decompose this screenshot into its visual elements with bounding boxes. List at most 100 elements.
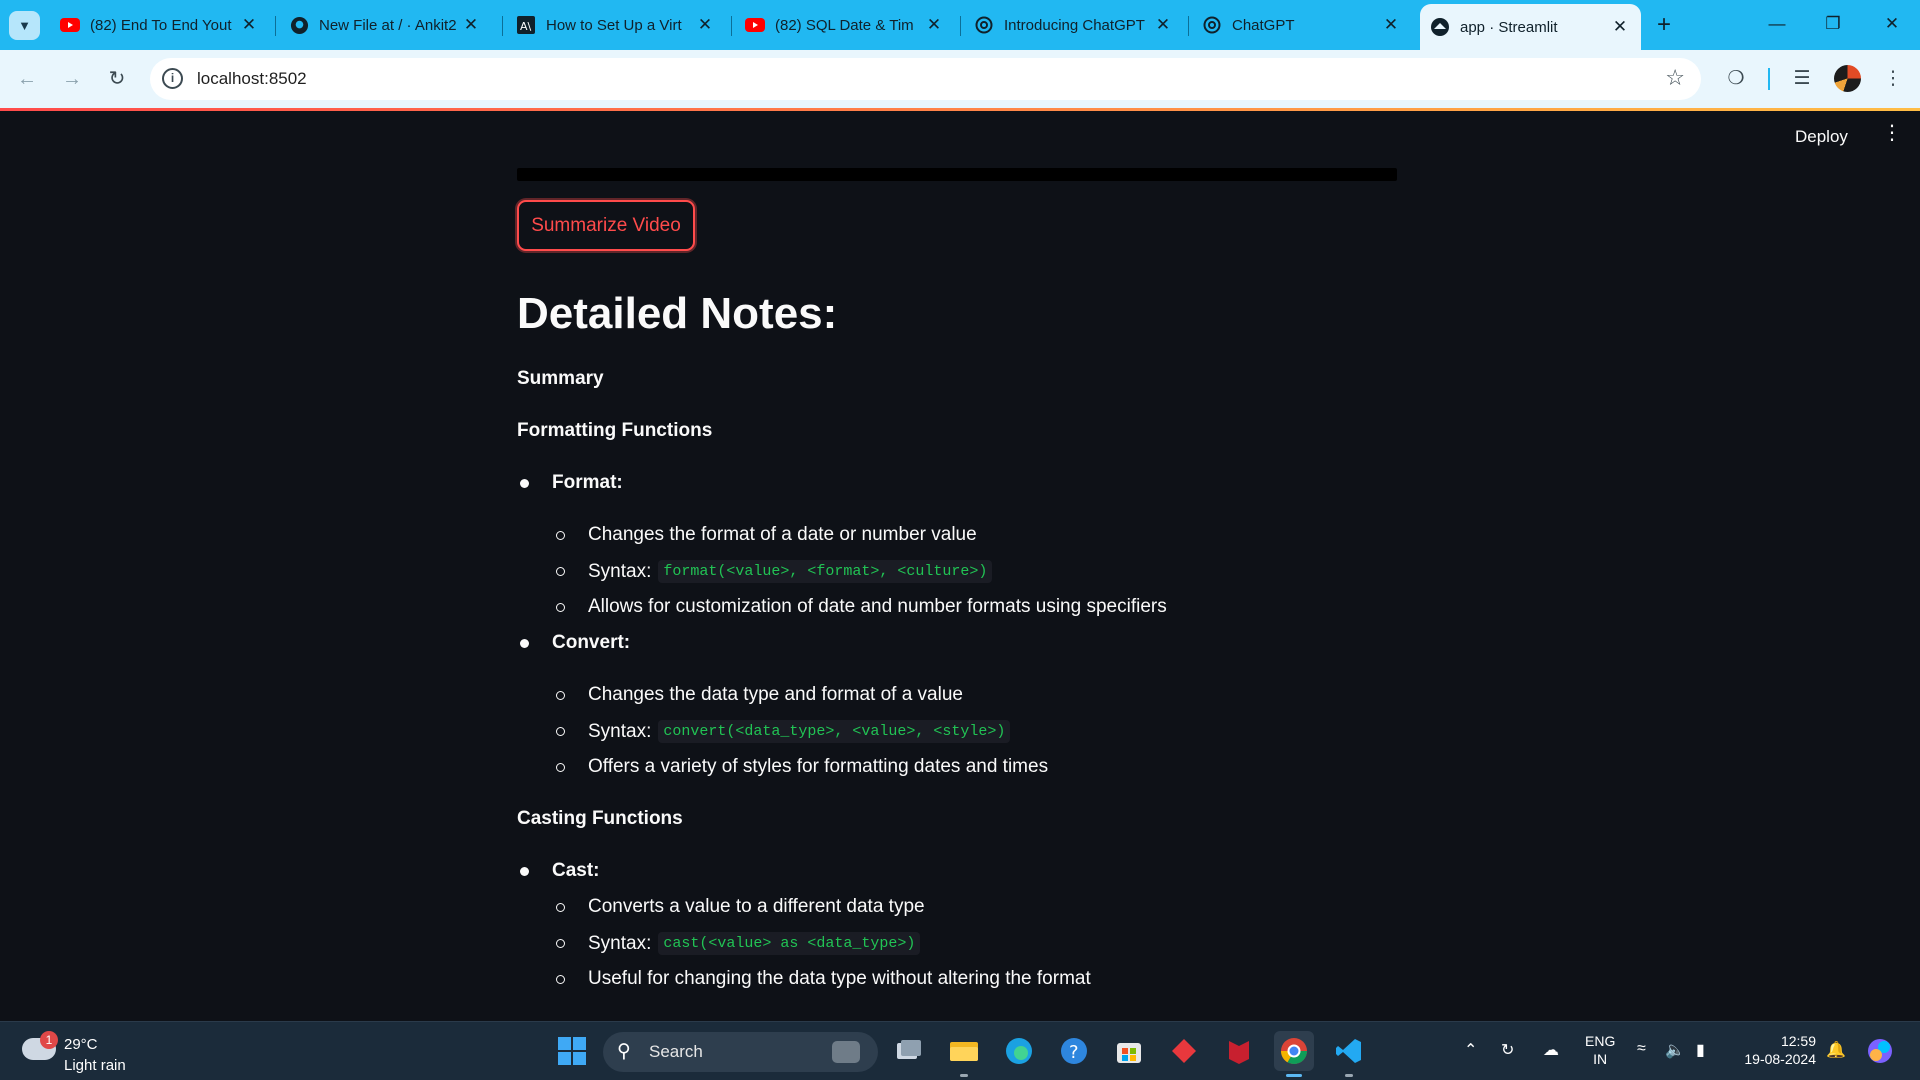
clock-time: 12:59: [1780, 1033, 1816, 1049]
reload-icon[interactable]: ↻: [100, 62, 134, 96]
browser-tab[interactable]: ChatGPT ✕: [1192, 8, 1412, 42]
close-icon[interactable]: ✕: [694, 15, 716, 35]
wifi-icon[interactable]: ≈: [1637, 1040, 1646, 1058]
sub-list-item: Syntax: format(<value>, <format>, <cultu…: [556, 560, 993, 583]
close-icon[interactable]: ✕: [460, 15, 482, 35]
syntax-code: format(<value>, <format>, <culture>): [658, 560, 993, 583]
taskbar-search-box[interactable]: ⚲ Search: [603, 1032, 878, 1072]
bookmark-star-icon[interactable]: ☆: [1665, 65, 1685, 91]
sub-list-item: Converts a value to a different data typ…: [556, 896, 925, 918]
clock-date: 19-08-2024: [1744, 1051, 1816, 1067]
start-button[interactable]: [552, 1031, 592, 1071]
notification-bell-icon[interactable]: 🔔: [1826, 1040, 1846, 1060]
system-clock[interactable]: 12:59 19-08-2024: [1736, 1032, 1816, 1068]
running-indicator: [1286, 1074, 1302, 1077]
search-label: Search: [649, 1042, 703, 1061]
browser-tab[interactable]: (82) End To End Yout ✕: [50, 8, 270, 42]
sub-list-item: Changes the format of a date or number v…: [556, 524, 977, 546]
video-url-input[interactable]: [517, 168, 1397, 181]
circle-bullet-icon: [556, 567, 565, 576]
weather-widget[interactable]: 1 29°C Light rain: [22, 1030, 142, 1074]
new-tab-button[interactable]: +: [1650, 11, 1678, 39]
browser-menu-icon[interactable]: ⋮: [1876, 62, 1910, 96]
circle-bullet-icon: [556, 762, 565, 772]
article-icon: A\: [516, 15, 536, 35]
browser-tab[interactable]: A\ How to Set Up a Virt ✕: [506, 8, 726, 42]
show-hidden-icons[interactable]: ⌃: [1464, 1040, 1477, 1060]
weather-condition: Light rain: [64, 1057, 126, 1074]
site-info-icon[interactable]: i: [162, 68, 183, 89]
close-icon[interactable]: ✕: [923, 15, 945, 35]
sub-list-item: Offers a variety of styles for formattin…: [556, 756, 1048, 778]
circle-bullet-icon: [556, 727, 565, 736]
section-title: Formatting Functions: [517, 420, 713, 441]
circle-bullet-icon: [556, 690, 565, 700]
deploy-button[interactable]: Deploy: [1795, 127, 1848, 147]
restore-button[interactable]: ❐: [1813, 8, 1853, 40]
microsoft-store-icon[interactable]: [1109, 1031, 1149, 1071]
edge-browser-icon[interactable]: [999, 1031, 1039, 1071]
search-highlight-icon: [832, 1041, 860, 1063]
media-control-icon[interactable]: ☰: [1785, 62, 1819, 96]
tab-title: app · Streamlit: [1460, 18, 1558, 36]
point-text: Changes the data type and format of a va…: [588, 684, 963, 705]
minimize-button[interactable]: —: [1757, 8, 1797, 40]
browser-tab[interactable]: (82) SQL Date & Tim ✕: [735, 8, 955, 42]
back-arrow-icon[interactable]: ←: [10, 62, 44, 96]
browser-tab[interactable]: New File at / · Ankit2 ✕: [279, 8, 492, 42]
vscode-icon[interactable]: [1329, 1031, 1369, 1071]
diamond-app-icon[interactable]: [1164, 1031, 1204, 1071]
point-text: Offers a variety of styles for formattin…: [588, 756, 1049, 777]
sub-list-item: Changes the data type and format of a va…: [556, 684, 963, 706]
extensions-icon[interactable]: ❍: [1719, 62, 1753, 96]
onedrive-icon[interactable]: ☁: [1543, 1040, 1559, 1060]
circle-bullet-icon: [556, 602, 565, 612]
item-name: Convert:: [552, 632, 631, 653]
syntax-code: cast(<value> as <data_type>): [658, 932, 921, 955]
point-text: Converts a value to a different data typ…: [588, 896, 925, 917]
main-menu-icon[interactable]: ⋮: [1882, 123, 1902, 143]
battery-icon[interactable]: ▮: [1696, 1040, 1705, 1060]
browser-tab-active[interactable]: app · Streamlit ✕: [1420, 4, 1641, 50]
item-name: Format:: [552, 472, 623, 493]
chevron-down-icon: ▼: [18, 18, 31, 33]
circle-bullet-icon: [556, 974, 565, 984]
list-item: Convert:: [520, 632, 630, 654]
task-view-icon[interactable]: [889, 1031, 929, 1071]
windows-logo-icon: [558, 1037, 586, 1065]
close-icon[interactable]: ✕: [1380, 15, 1402, 35]
volume-icon[interactable]: 🔈: [1665, 1040, 1685, 1060]
page-heading: Detailed Notes:: [517, 289, 838, 338]
close-icon[interactable]: ✕: [1152, 15, 1174, 35]
summarize-video-button[interactable]: Summarize Video: [517, 200, 695, 251]
tab-title: (82) End To End Yout: [90, 16, 232, 34]
youtube-icon: [745, 15, 765, 35]
help-app-icon[interactable]: ?: [1054, 1031, 1094, 1071]
sub-list-item: Allows for customization of date and num…: [556, 596, 1167, 618]
running-indicator: [1345, 1074, 1353, 1077]
copilot-icon[interactable]: [1862, 1033, 1898, 1069]
profile-avatar[interactable]: [1834, 65, 1861, 92]
item-name: Cast:: [552, 860, 600, 881]
forward-arrow-icon[interactable]: →: [55, 62, 89, 96]
tab-title: ChatGPT: [1232, 16, 1295, 34]
file-explorer-icon[interactable]: [944, 1031, 984, 1071]
language-indicator[interactable]: ENG IN: [1585, 1032, 1615, 1068]
circle-bullet-icon: [556, 939, 565, 948]
address-url[interactable]: localhost:8502: [197, 69, 307, 89]
point-text: Syntax:: [588, 720, 652, 742]
section-title: Casting Functions: [517, 808, 683, 829]
tab-search-button[interactable]: ▼: [9, 11, 40, 40]
chrome-icon[interactable]: [1274, 1031, 1314, 1071]
close-icon[interactable]: ✕: [238, 15, 260, 35]
sync-icon[interactable]: ↻: [1501, 1040, 1514, 1060]
bullet-icon: [520, 478, 529, 488]
close-icon[interactable]: ✕: [1609, 17, 1631, 37]
mcafee-icon[interactable]: [1219, 1031, 1259, 1071]
browser-tab[interactable]: Introducing ChatGPT ✕: [964, 8, 1184, 42]
close-window-button[interactable]: ✕: [1872, 8, 1912, 40]
browser-toolbar: ← → ↻ i localhost:8502 ☆ ❍ ☰ ⋮: [0, 50, 1920, 108]
address-bar[interactable]: i localhost:8502 ☆: [150, 58, 1701, 100]
github-icon: [289, 15, 309, 35]
point-text: Allows for customization of date and num…: [588, 596, 1167, 617]
